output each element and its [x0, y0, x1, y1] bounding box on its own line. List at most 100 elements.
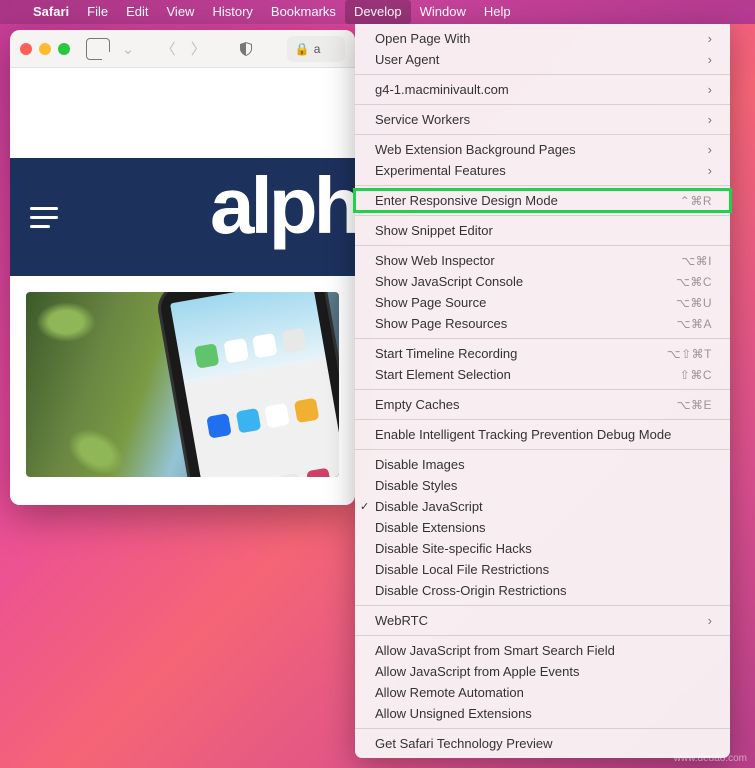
menu-item-open-page-with[interactable]: Open Page With›: [355, 28, 730, 49]
menubar-item-window[interactable]: Window: [411, 0, 475, 24]
site-header: alph: [10, 158, 355, 276]
menu-item-label: Disable JavaScript: [375, 499, 712, 514]
desktop-background: SafariFileEditViewHistoryBookmarksDevelo…: [0, 0, 755, 768]
menu-item-label: g4-1.macminivault.com: [375, 82, 708, 97]
menu-item-label: Start Element Selection: [375, 367, 680, 382]
menu-item-label: Disable Styles: [375, 478, 712, 493]
submenu-arrow-icon: ›: [708, 163, 712, 178]
address-bar[interactable]: 🔒 a: [287, 36, 345, 62]
menu-item-allow-unsigned-extensions[interactable]: Allow Unsigned Extensions: [355, 703, 730, 724]
menu-item-show-javascript-console[interactable]: Show JavaScript Console⌥⌘C: [355, 271, 730, 292]
menu-item-g4-1-macminivault-com[interactable]: g4-1.macminivault.com›: [355, 79, 730, 100]
menu-item-start-timeline-recording[interactable]: Start Timeline Recording⌥⇧⌘T: [355, 343, 730, 364]
menubar-item-safari[interactable]: Safari: [24, 0, 78, 24]
menu-item-label: Disable Local File Restrictions: [375, 562, 712, 577]
menu-item-empty-caches[interactable]: Empty Caches⌥⌘E: [355, 394, 730, 415]
menu-separator: [355, 449, 730, 450]
submenu-arrow-icon: ›: [708, 52, 712, 67]
menu-item-label: Disable Images: [375, 457, 712, 472]
menu-item-label: WebRTC: [375, 613, 708, 628]
sidebar-toggle-button[interactable]: [86, 37, 110, 61]
menu-item-label: Enable Intelligent Tracking Prevention D…: [375, 427, 712, 442]
menu-item-webrtc[interactable]: WebRTC›: [355, 610, 730, 631]
menu-item-get-safari-technology-preview[interactable]: Get Safari Technology Preview: [355, 733, 730, 754]
address-text: a: [314, 42, 321, 56]
menu-item-shortcut: ⌥⇧⌘T: [667, 347, 712, 361]
menubar-item-view[interactable]: View: [158, 0, 204, 24]
menubar-item-develop[interactable]: Develop: [345, 0, 411, 24]
page-content: alph: [10, 68, 355, 505]
menu-item-start-element-selection[interactable]: Start Element Selection⇧⌘C: [355, 364, 730, 385]
menu-separator: [355, 245, 730, 246]
menu-item-disable-images[interactable]: Disable Images: [355, 454, 730, 475]
shield-icon[interactable]: [234, 37, 258, 61]
menu-item-label: Experimental Features: [375, 163, 708, 178]
menu-item-user-agent[interactable]: User Agent›: [355, 49, 730, 70]
menubar-item-bookmarks[interactable]: Bookmarks: [262, 0, 345, 24]
menu-item-web-extension-background-pages[interactable]: Web Extension Background Pages›: [355, 139, 730, 160]
menu-item-enter-responsive-design-mode[interactable]: Enter Responsive Design Mode⌃⌘R: [355, 190, 730, 211]
window-controls: [20, 43, 70, 55]
menu-item-shortcut: ⌥⌘C: [676, 275, 712, 289]
menu-item-experimental-features[interactable]: Experimental Features›: [355, 160, 730, 181]
menu-item-shortcut: ⌥⌘E: [677, 398, 712, 412]
menu-item-allow-javascript-from-smart-search-field[interactable]: Allow JavaScript from Smart Search Field: [355, 640, 730, 661]
menu-item-label: Empty Caches: [375, 397, 677, 412]
submenu-arrow-icon: ›: [708, 82, 712, 97]
hamburger-menu-icon[interactable]: [30, 201, 58, 234]
menu-item-show-page-resources[interactable]: Show Page Resources⌥⌘A: [355, 313, 730, 334]
submenu-arrow-icon: ›: [708, 613, 712, 628]
menu-item-label: Get Safari Technology Preview: [375, 736, 712, 751]
menu-item-disable-styles[interactable]: Disable Styles: [355, 475, 730, 496]
watermark: www.deuao.com: [674, 753, 747, 764]
menu-item-enable-intelligent-tracking-prevention-debug-mode[interactable]: Enable Intelligent Tracking Prevention D…: [355, 424, 730, 445]
menu-item-disable-extensions[interactable]: Disable Extensions: [355, 517, 730, 538]
forward-button[interactable]: 〉: [186, 37, 210, 61]
menu-item-allow-remote-automation[interactable]: Allow Remote Automation: [355, 682, 730, 703]
menu-item-shortcut: ⌥⌘I: [681, 254, 712, 268]
menu-item-show-web-inspector[interactable]: Show Web Inspector⌥⌘I: [355, 250, 730, 271]
check-icon: ✓: [360, 500, 369, 513]
sidebar-dropdown-icon[interactable]: ⌄: [116, 37, 140, 61]
menubar-item-help[interactable]: Help: [475, 0, 520, 24]
menu-item-label: Show Web Inspector: [375, 253, 681, 268]
menubar-item-history[interactable]: History: [203, 0, 261, 24]
menubar-item-edit[interactable]: Edit: [117, 0, 157, 24]
menu-item-label: Disable Extensions: [375, 520, 712, 535]
menu-item-disable-cross-origin-restrictions[interactable]: Disable Cross-Origin Restrictions: [355, 580, 730, 601]
menu-item-label: Allow Unsigned Extensions: [375, 706, 712, 721]
menu-separator: [355, 104, 730, 105]
phone-illustration: [154, 292, 339, 477]
minimize-window-button[interactable]: [39, 43, 51, 55]
submenu-arrow-icon: ›: [708, 112, 712, 127]
menu-item-show-page-source[interactable]: Show Page Source⌥⌘U: [355, 292, 730, 313]
menu-item-disable-site-specific-hacks[interactable]: Disable Site-specific Hacks: [355, 538, 730, 559]
menu-separator: [355, 338, 730, 339]
fullscreen-window-button[interactable]: [58, 43, 70, 55]
develop-menu-dropdown: Open Page With›User Agent›g4-1.macminiva…: [355, 24, 730, 758]
menu-item-label: Allow JavaScript from Smart Search Field: [375, 643, 712, 658]
menu-separator: [355, 185, 730, 186]
menu-item-label: Disable Site-specific Hacks: [375, 541, 712, 556]
menu-item-label: Allow Remote Automation: [375, 685, 712, 700]
menu-item-shortcut: ⌥⌘U: [676, 296, 712, 310]
menu-item-shortcut: ⌥⌘A: [677, 317, 712, 331]
menu-item-label: Show Page Resources: [375, 316, 677, 331]
menubar-item-file[interactable]: File: [78, 0, 117, 24]
menu-item-disable-local-file-restrictions[interactable]: Disable Local File Restrictions: [355, 559, 730, 580]
safari-toolbar: ⌄ 〈 〉 🔒 a: [10, 30, 355, 68]
menu-item-allow-javascript-from-apple-events[interactable]: Allow JavaScript from Apple Events: [355, 661, 730, 682]
menu-item-disable-javascript[interactable]: ✓ Disable JavaScript: [355, 496, 730, 517]
menu-item-show-snippet-editor[interactable]: Show Snippet Editor: [355, 220, 730, 241]
close-window-button[interactable]: [20, 43, 32, 55]
menu-separator: [355, 74, 730, 75]
menu-separator: [355, 419, 730, 420]
back-button[interactable]: 〈: [156, 37, 180, 61]
menu-item-label: User Agent: [375, 52, 708, 67]
menu-item-shortcut: ⌃⌘R: [680, 194, 712, 208]
safari-window: ⌄ 〈 〉 🔒 a alph: [10, 30, 355, 505]
submenu-arrow-icon: ›: [708, 31, 712, 46]
menu-item-service-workers[interactable]: Service Workers›: [355, 109, 730, 130]
menu-separator: [355, 728, 730, 729]
menu-item-label: Service Workers: [375, 112, 708, 127]
